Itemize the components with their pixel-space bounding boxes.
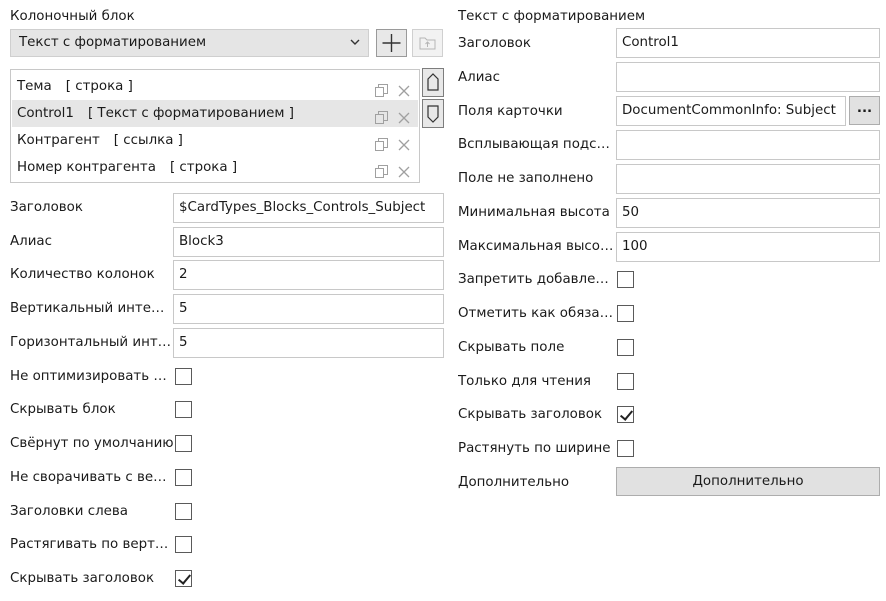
empty-text-label: Поле не заполнено — [458, 171, 594, 186]
block-caption-input[interactable]: $CardTypes_Blocks_Controls_Subject — [173, 193, 444, 223]
block-type-combo[interactable]: Текст с форматированием — [10, 29, 369, 57]
control-hide-caption-label: Скрывать заголовок — [458, 407, 603, 422]
list-item-name: Номер контрагента — [17, 160, 156, 175]
list-item-type: [ строка ] — [65, 79, 133, 94]
column-count-input[interactable]: 2 — [173, 260, 444, 290]
hide-block-label: Скрывать блок — [10, 402, 116, 417]
right-section-title: Текст с форматированием — [458, 9, 646, 24]
list-item-name: Control1 — [17, 106, 74, 121]
no-optimize-label: Не оптимизировать блок — [10, 369, 172, 384]
stretch-width-label: Растянуть по ширине — [458, 441, 611, 456]
close-icon[interactable] — [398, 139, 410, 151]
list-item-name: Тема — [17, 79, 52, 94]
min-height-label: Минимальная высота — [458, 205, 610, 220]
list-item-type: [ ссылка ] — [113, 133, 183, 148]
tooltip-label: Всплывающая подсказка — [458, 137, 613, 152]
hide-block-checkbox[interactable] — [175, 401, 192, 418]
required-checkbox[interactable] — [617, 305, 634, 322]
hide-field-checkbox[interactable] — [617, 339, 634, 356]
vertical-interval-label: Вертикальный интервал — [10, 301, 172, 316]
list-item-type: [ строка ] — [169, 160, 238, 175]
deny-add-checkbox[interactable] — [617, 271, 634, 288]
stretch-vertical-checkbox[interactable] — [175, 536, 192, 553]
control-caption-label: Заголовок — [458, 36, 531, 51]
advanced-button[interactable]: Дополнительно — [616, 467, 880, 496]
plus-icon — [382, 34, 401, 52]
deny-add-label: Запретить добавление — [458, 272, 613, 287]
move-out-button[interactable] — [412, 29, 443, 57]
hide-caption-label: Скрывать заголовок — [10, 571, 155, 586]
hide-caption-checkbox[interactable] — [175, 570, 192, 587]
vertical-interval-input[interactable]: 5 — [173, 294, 444, 324]
folder-upload-icon — [419, 37, 436, 50]
horizontal-interval-input[interactable]: 5 — [173, 328, 444, 358]
min-height-input[interactable]: 50 — [616, 198, 880, 228]
list-item-type: [ Текст с форматированием ] — [87, 106, 294, 121]
no-collapse-scroll-checkbox[interactable] — [175, 469, 192, 486]
copy-icon[interactable] — [374, 138, 388, 151]
control-caption-input[interactable]: Control1 — [616, 28, 880, 58]
no-optimize-checkbox[interactable] — [175, 368, 192, 385]
close-icon[interactable] — [398, 112, 410, 124]
card-fields-browse-button[interactable]: ... — [849, 96, 880, 125]
close-icon[interactable] — [398, 166, 410, 178]
list-item[interactable]: Номер контрагента [ строка ] — [12, 154, 418, 181]
tooltip-input[interactable] — [616, 130, 880, 160]
card-fields-label: Поля карточки — [458, 104, 563, 119]
read-only-label: Только для чтения — [458, 374, 591, 389]
list-item-name: Контрагент — [17, 133, 100, 148]
block-alias-input[interactable]: Block3 — [173, 227, 444, 257]
left-section-title: Колоночный блок — [10, 9, 135, 24]
empty-text-input[interactable] — [616, 164, 880, 194]
max-height-input[interactable]: 100 — [616, 232, 880, 262]
card-fields-input[interactable]: DocumentCommonInfo: Subject — [616, 96, 846, 126]
arrow-up-icon — [427, 73, 439, 91]
captions-left-checkbox[interactable] — [175, 503, 192, 520]
copy-icon[interactable] — [374, 84, 388, 97]
chevron-down-icon — [350, 39, 360, 45]
control-alias-label: Алиас — [458, 70, 500, 85]
add-control-button[interactable] — [376, 29, 407, 57]
stretch-width-checkbox[interactable] — [617, 440, 634, 457]
list-item[interactable]: Control1 [ Текст с форматированием ] — [12, 100, 418, 127]
block-type-combo-value: Текст с форматированием — [19, 35, 207, 50]
move-down-button[interactable] — [422, 99, 444, 128]
control-alias-input[interactable] — [616, 62, 880, 92]
arrow-down-icon — [427, 105, 439, 123]
captions-left-label: Заголовки слева — [10, 504, 128, 519]
column-count-label: Количество колонок — [10, 267, 155, 282]
hide-field-label: Скрывать поле — [458, 340, 565, 355]
block-alias-label: Алиас — [10, 234, 52, 249]
required-label: Отметить как обязательное — [458, 306, 613, 321]
collapsed-default-checkbox[interactable] — [175, 435, 192, 452]
controls-list[interactable]: Тема [ строка ] Control1 [ Текст с формати… — [10, 69, 420, 183]
close-icon[interactable] — [398, 85, 410, 97]
collapsed-default-label: Свёрнут по умолчанию — [10, 436, 174, 451]
no-collapse-scroll-label: Не сворачивать с вертикальной прокруткой — [10, 470, 172, 485]
copy-icon[interactable] — [374, 165, 388, 178]
max-height-label: Максимальная высота — [458, 239, 615, 254]
copy-icon[interactable] — [374, 111, 388, 124]
list-item[interactable]: Тема [ строка ] — [12, 73, 418, 100]
advanced-label: Дополнительно — [458, 475, 570, 490]
stretch-vertical-label: Растягивать по вертикали — [10, 537, 172, 552]
horizontal-interval-label: Горизонтальный интервал — [10, 335, 172, 350]
read-only-checkbox[interactable] — [617, 373, 634, 390]
list-item[interactable]: Контрагент [ ссылка ] — [12, 127, 418, 154]
control-hide-caption-checkbox[interactable] — [617, 406, 634, 423]
block-caption-label: Заголовок — [10, 200, 83, 215]
move-up-button[interactable] — [422, 68, 444, 97]
